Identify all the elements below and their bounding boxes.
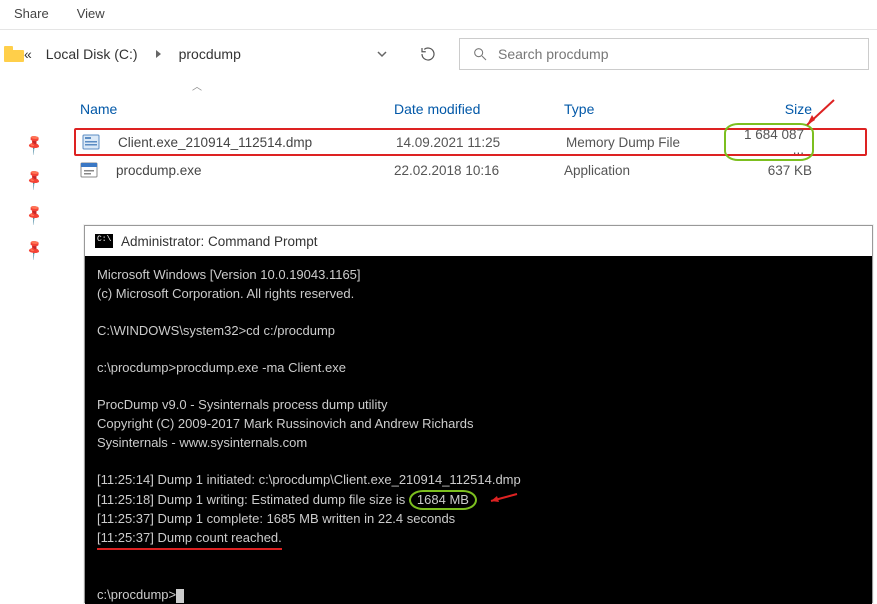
ribbon-tab-share[interactable]: Share bbox=[14, 6, 49, 21]
address-bar-row: « Local Disk (C:) procdump Search procdu… bbox=[0, 30, 877, 78]
annotation-underline: [11:25:37] Dump count reached. bbox=[97, 529, 282, 550]
terminal-icon bbox=[95, 234, 113, 248]
search-input[interactable]: Search procdump bbox=[459, 38, 869, 70]
chevron-down-icon bbox=[377, 49, 387, 59]
breadcrumb-folder[interactable]: procdump bbox=[179, 46, 241, 62]
breadcrumb-prefix: « bbox=[24, 46, 32, 62]
ribbon-tab-view[interactable]: View bbox=[77, 6, 105, 21]
highlighted-size: 1684 MB bbox=[409, 490, 477, 510]
address-dropdown[interactable] bbox=[369, 44, 395, 64]
search-placeholder: Search procdump bbox=[498, 46, 609, 62]
breadcrumb[interactable]: « Local Disk (C:) procdump bbox=[4, 38, 395, 70]
pin-icon[interactable]: 📌 bbox=[23, 167, 47, 191]
pin-icon[interactable]: 📌 bbox=[23, 237, 47, 261]
sort-indicator: ︿ bbox=[74, 78, 867, 93]
col-type[interactable]: Type bbox=[564, 101, 722, 117]
folder-icon bbox=[4, 46, 24, 62]
col-name[interactable]: Name bbox=[74, 101, 394, 117]
table-row[interactable]: Client.exe_210914_112514.dmp 14.09.2021 … bbox=[74, 128, 867, 156]
ribbon: Share View bbox=[0, 0, 877, 30]
window-title: Administrator: Command Prompt bbox=[121, 234, 318, 249]
dump-file-icon bbox=[82, 133, 100, 151]
exe-file-icon bbox=[80, 161, 98, 179]
file-name: Client.exe_210914_112514.dmp bbox=[118, 135, 312, 150]
breadcrumb-disk[interactable]: Local Disk (C:) bbox=[46, 46, 138, 62]
command-prompt-window: Administrator: Command Prompt Microsoft … bbox=[84, 225, 873, 603]
file-name: procdump.exe bbox=[116, 163, 202, 178]
annotation-arrow bbox=[485, 491, 519, 510]
chevron-right-icon bbox=[156, 50, 161, 58]
quick-access-sidebar: 📌 📌 📌 📌 bbox=[0, 78, 70, 258]
file-type: Application bbox=[564, 163, 722, 178]
file-size: 637 KB bbox=[722, 163, 812, 178]
pin-icon[interactable]: 📌 bbox=[23, 202, 47, 226]
search-icon bbox=[472, 46, 488, 62]
refresh-icon bbox=[419, 45, 437, 63]
refresh-button[interactable] bbox=[409, 40, 445, 68]
file-date: 22.02.2018 10:16 bbox=[394, 163, 564, 178]
file-type: Memory Dump File bbox=[566, 135, 724, 150]
command-prompt-titlebar[interactable]: Administrator: Command Prompt bbox=[85, 226, 872, 256]
file-date: 14.09.2021 11:25 bbox=[396, 135, 566, 150]
col-date[interactable]: Date modified bbox=[394, 101, 564, 117]
cursor bbox=[176, 589, 184, 603]
annotation-arrow bbox=[799, 95, 839, 135]
terminal-output[interactable]: Microsoft Windows [Version 10.0.19043.11… bbox=[85, 256, 872, 604]
pin-icon[interactable]: 📌 bbox=[23, 132, 47, 156]
